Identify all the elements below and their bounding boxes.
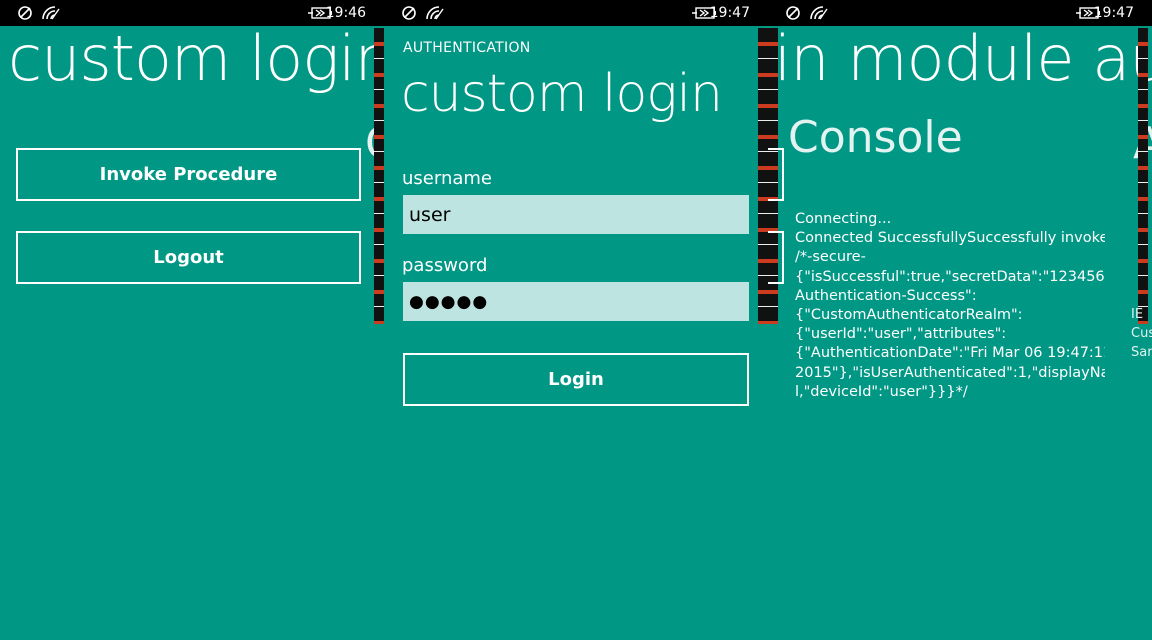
wifi-icon: [42, 6, 60, 20]
phone-screen-console: 19:47 in module au Console A Connecting.…: [768, 0, 1152, 640]
console-line: {"isSuccessful":true,"secretData":"12345…: [795, 268, 1105, 285]
invoke-procedure-button[interactable]: Invoke Procedure: [16, 148, 361, 201]
password-label: password: [402, 255, 488, 276]
console-line: /*-secure-: [795, 249, 866, 266]
page-title: custom login: [8, 22, 384, 95]
page-title: in module au: [774, 22, 1152, 95]
signal-icon: [402, 6, 416, 20]
password-input[interactable]: ●●●●●: [403, 282, 749, 321]
wifi-icon: [810, 6, 828, 20]
login-button[interactable]: Login: [403, 353, 749, 406]
console-line: Connecting...: [795, 211, 892, 227]
status-bar: 19:47: [384, 0, 768, 26]
prev-button-edge: [768, 148, 784, 201]
console-line: Authentication-Success":: [795, 287, 977, 304]
username-input[interactable]: user: [403, 195, 749, 234]
username-label: username: [402, 168, 492, 189]
console-line: {"CustomAuthenticatorRealm":: [795, 307, 1023, 324]
console-line: Connected SuccessfullySuccessfully invok…: [795, 230, 1105, 247]
next-pane-strip: [1138, 26, 1152, 326]
clock: 19:47: [1093, 5, 1134, 21]
app-header: AUTHENTICATION: [403, 40, 531, 56]
console-line: l,"deviceId":"user"}}}*/: [795, 383, 968, 400]
clock: 19:47: [709, 5, 750, 21]
phone-screen-login: 19:47 AUTHENTICATION custom login userna…: [384, 0, 768, 640]
wifi-icon: [426, 6, 444, 20]
console-output: Connecting... Connected SuccessfullySucc…: [795, 210, 1105, 402]
signal-icon: [786, 6, 800, 20]
phone-screen-main: 19:46 custom login C Invoke Procedure Lo…: [0, 0, 384, 640]
signal-icon: [18, 6, 32, 20]
prev-button-edge: [768, 231, 784, 284]
clock: 19:46: [325, 5, 366, 21]
pivot-header-console[interactable]: Console: [788, 116, 963, 160]
page-title: custom login: [401, 64, 723, 124]
transition-edge: [374, 28, 384, 324]
console-line: 2015"},"isUserAuthenticated":1,"displayN…: [795, 364, 1105, 381]
console-line: {"userId":"user","attributes":: [795, 326, 1007, 343]
next-pane-peek-text: IE Cus Sar: [1131, 307, 1152, 360]
console-line: {"AuthenticationDate":"Fri Mar 06 19:47:…: [795, 345, 1105, 362]
logout-button[interactable]: Logout: [16, 231, 361, 284]
transition-edge: [758, 28, 768, 324]
transition-edge: [1138, 28, 1148, 324]
